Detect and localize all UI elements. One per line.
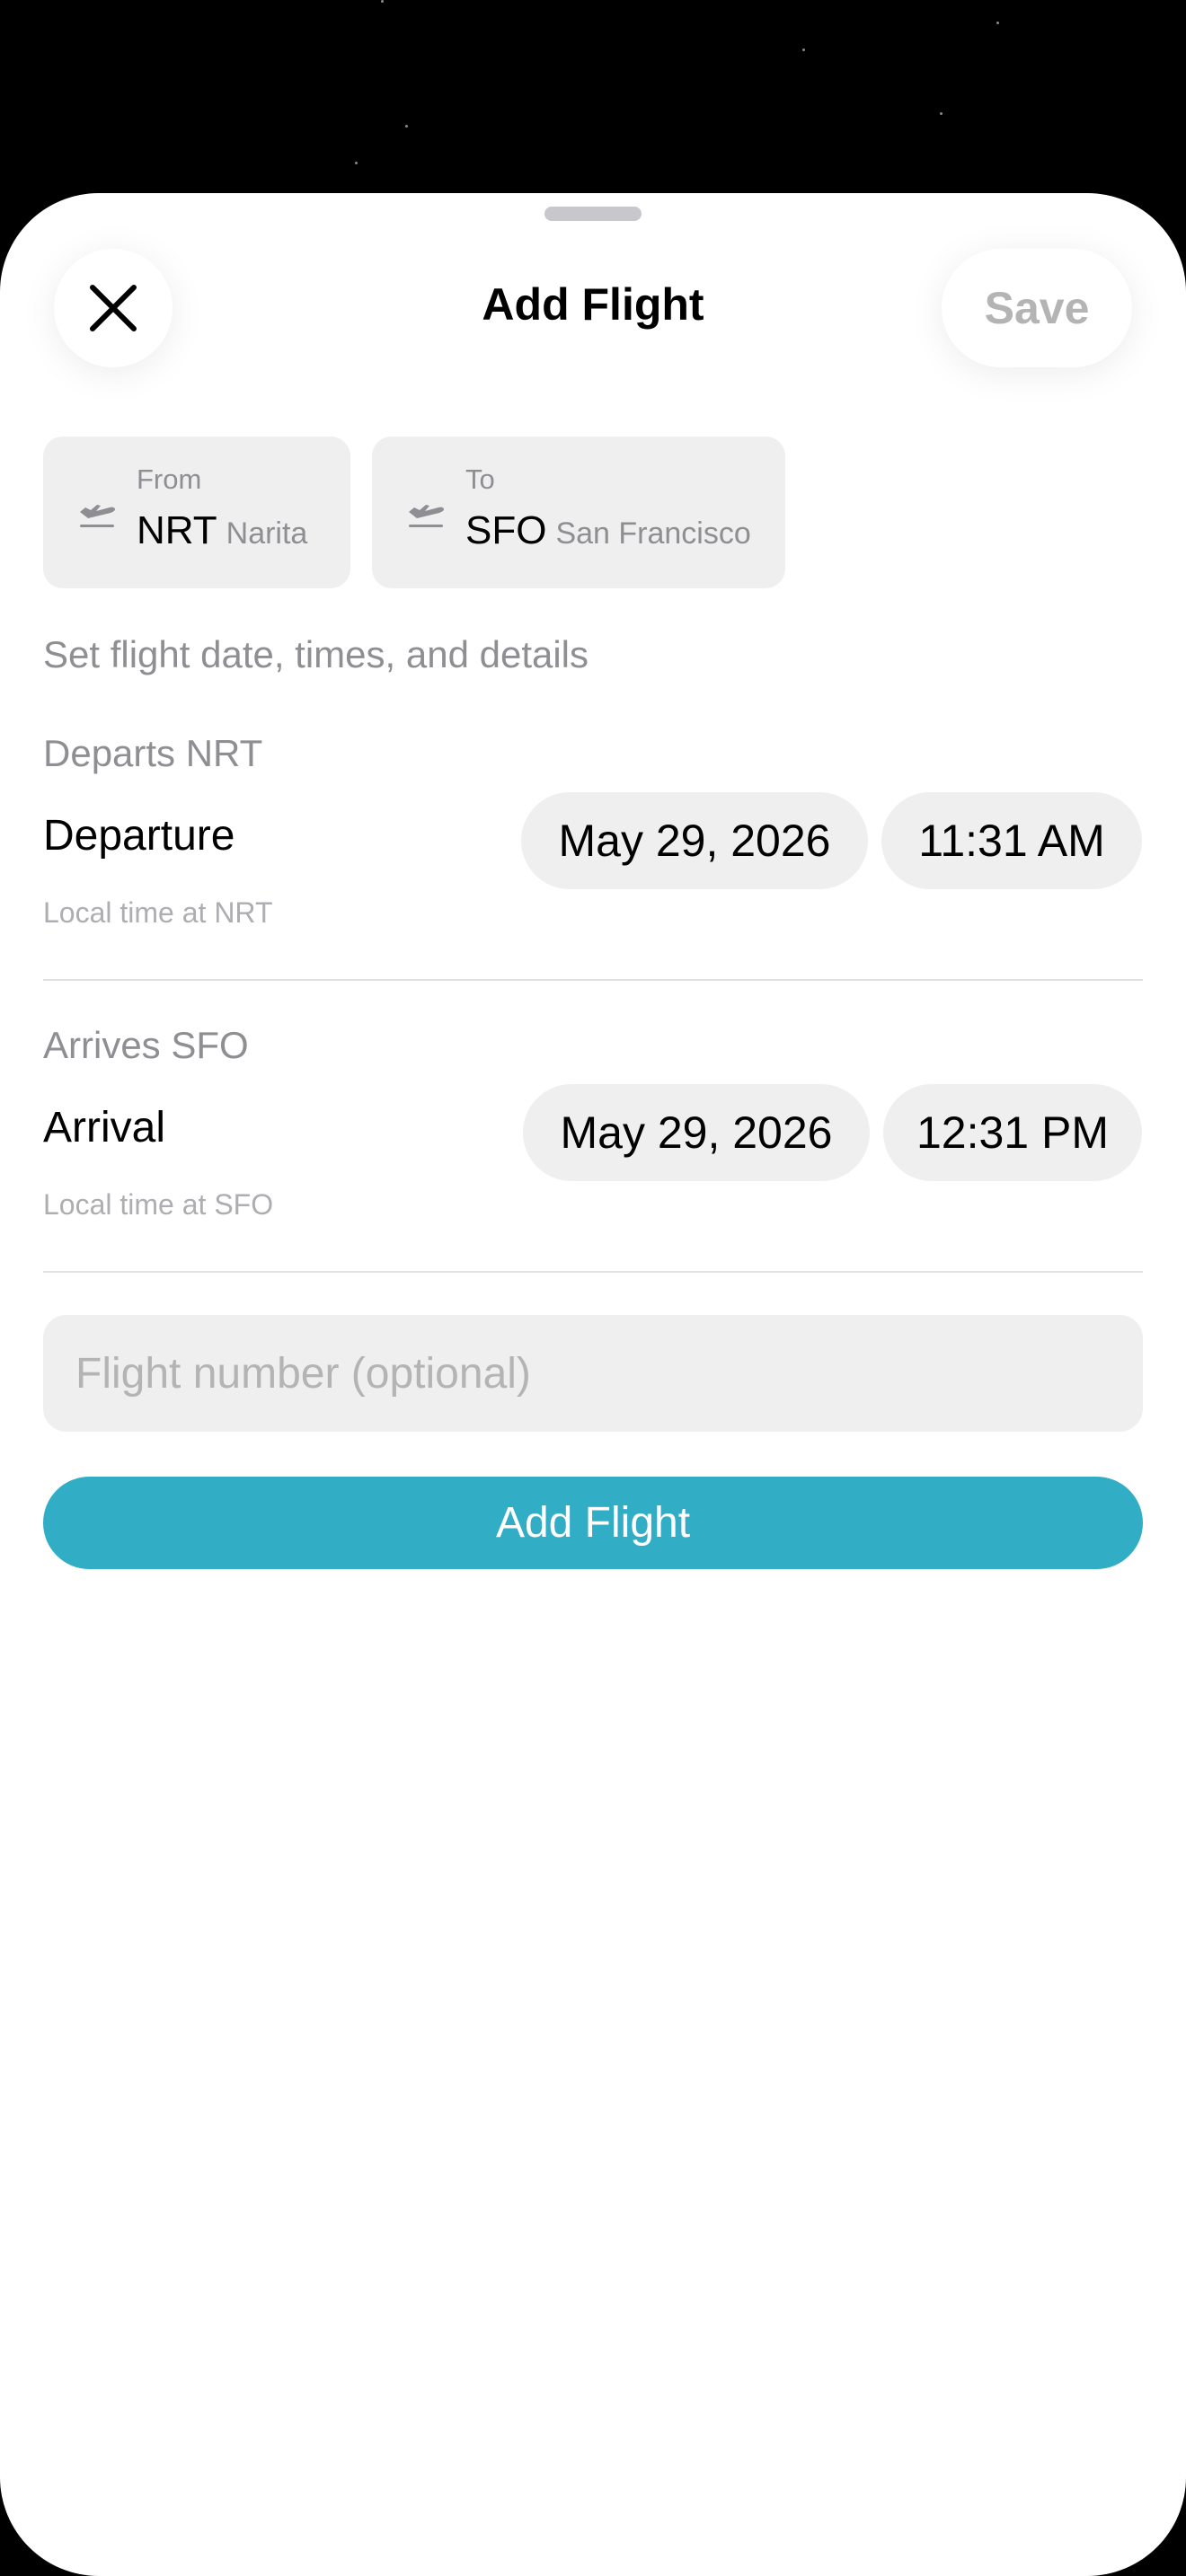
to-airport-card[interactable]: To SFO San Francisco [372, 437, 785, 588]
departure-time-picker[interactable]: 11:31 AM [881, 792, 1142, 889]
details-hint: Set flight date, times, and details [43, 633, 589, 675]
to-airport-city: San Francisco [555, 516, 751, 551]
arrival-subtitle: Local time at SFO [43, 1188, 274, 1221]
divider [43, 1271, 1143, 1273]
from-airport: NRT Narita [137, 508, 307, 553]
departure-label: Departure [43, 812, 235, 860]
to-label: To [465, 463, 495, 495]
star [996, 22, 999, 24]
divider [43, 979, 1143, 981]
star [802, 49, 805, 51]
star [405, 125, 408, 128]
flight-number-input[interactable] [43, 1315, 1143, 1432]
close-icon [90, 285, 137, 331]
star [355, 162, 358, 164]
add-flight-sheet: Add Flight Save From NRT Narita To SFO San… [0, 193, 1186, 2576]
arrival-heading: Arrives SFO [43, 1024, 249, 1066]
from-airport-card[interactable]: From NRT Narita [43, 437, 350, 588]
departure-date-picker[interactable]: May 29, 2026 [521, 792, 868, 889]
add-flight-button[interactable]: Add Flight [43, 1477, 1143, 1569]
plane-departure-icon [80, 505, 115, 527]
save-button[interactable]: Save [942, 249, 1132, 367]
from-label: From [137, 463, 202, 495]
arrival-date-picker[interactable]: May 29, 2026 [523, 1084, 870, 1181]
to-airport: SFO San Francisco [465, 508, 751, 553]
departure-heading: Departs NRT [43, 732, 263, 774]
from-airport-code: NRT [137, 508, 217, 552]
star [940, 112, 943, 115]
close-button[interactable] [54, 249, 173, 367]
departure-subtitle: Local time at NRT [43, 896, 273, 929]
plane-departure-icon [409, 505, 444, 527]
sheet-grabber[interactable] [544, 207, 642, 221]
arrival-label: Arrival [43, 1104, 166, 1151]
arrival-time-picker[interactable]: 12:31 PM [883, 1084, 1142, 1181]
sheet-title: Add Flight [482, 279, 704, 330]
to-airport-code: SFO [465, 508, 547, 552]
star [381, 0, 384, 3]
from-airport-city: Narita [226, 516, 308, 551]
